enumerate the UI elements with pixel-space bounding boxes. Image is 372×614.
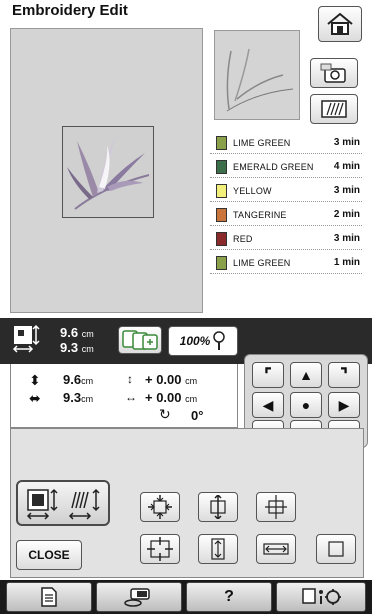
thumbnail-image [226,48,294,112]
expand-all-button[interactable] [140,534,180,564]
hoop-layers-icon [122,330,158,350]
stitch-pattern-button[interactable] [310,94,358,124]
design-image [67,137,150,210]
thread-color-swatch [216,255,227,270]
center-dot-icon: ● [301,397,311,413]
stitch-pattern-icon [321,100,347,118]
stretch-horizontal-button[interactable] [256,534,296,564]
move-up-button[interactable]: ▲ [290,362,322,388]
thread-color-row: YELLOW 3 min [210,180,362,202]
design-thumbnail [214,30,300,120]
thread-color-name: EMERALD GREEN [233,161,314,172]
chevron-right-icon: ▶ [338,396,350,413]
scale-width-button[interactable] [256,492,296,522]
close-button[interactable]: CLOSE [16,540,82,570]
thread-color-time: 3 min [333,233,360,244]
rotation-icon: ↻ [159,406,171,422]
resize-mode-button[interactable] [16,480,110,526]
stretch-vertical-button[interactable] [198,534,238,564]
thread-color-time: 1 min [333,257,360,268]
sewing-machine-icon [124,588,150,607]
camera-button[interactable] [310,58,358,88]
settings-info-icon [302,588,341,605]
thread-color-name: LIME GREEN [233,257,291,268]
document-icon [41,587,57,607]
thread-color-time: 3 min [333,137,360,148]
design-size-readout: 9.6 cm 9.3 cm [60,325,94,355]
help-icon: ? [224,588,234,605]
help-button[interactable]: ? [186,582,272,612]
thread-color-swatch [216,135,227,150]
corner-up-right-icon: ⌝ [339,364,349,385]
horizontal-offset-icon: ↔ [125,390,137,404]
camera-icon [320,63,346,83]
size-icon [12,324,40,353]
scale-height-icon [210,495,226,519]
thread-color-name: RED [233,233,253,244]
home-icon [327,12,353,35]
thread-color-swatch [216,231,227,246]
thread-color-name: YELLOW [233,185,272,196]
thread-color-time: 4 min [333,161,360,172]
height-icon: ⬍ [29,372,41,388]
rotation-value: 0° [191,408,204,423]
magnifier-icon [213,331,226,350]
move-left-button[interactable]: ◀ [252,392,284,418]
scale-all-icon [148,495,172,519]
page-view-button[interactable] [6,582,92,612]
scale-width-icon [265,495,287,519]
vertical-offset-icon: ↕ [127,372,133,386]
scale-all-button[interactable] [140,492,180,522]
stretch-horizontal-icon [263,543,289,555]
expand-all-icon [147,537,173,561]
move-up-right-button[interactable]: ⌝ [328,362,360,388]
thread-color-row: TANGERINE 2 min [210,204,362,226]
settings-button[interactable] [276,582,366,612]
thread-color-row: LIME GREEN 1 min [210,252,362,274]
chevron-left-icon: ◀ [262,396,274,413]
sewing-machine-button[interactable] [96,582,182,612]
thread-color-list: LIME GREEN 3 min EMERALD GREEN 4 min YELLOW 3… [210,132,362,312]
position-details-panel: ⬍ 9.6cm ⬌ 9.3cm ↕ + 0.00 cm ↔ + 0.00 cm … [10,364,238,428]
thread-color-swatch [216,183,227,198]
center-button[interactable]: ● [290,392,322,418]
home-button[interactable] [318,6,362,42]
thread-color-name: LIME GREEN [233,137,291,148]
reset-size-button[interactable] [316,534,356,564]
thread-color-swatch [216,207,227,222]
stretch-vertical-icon [211,538,225,560]
corner-up-left-icon: ⌜ [263,364,273,385]
chevron-up-icon: ▲ [299,367,313,383]
thread-color-row: LIME GREEN 3 min [210,132,362,154]
thread-color-name: TANGERINE [233,209,287,220]
multi-hoop-button[interactable] [118,326,162,354]
width-icon: ⬌ [29,390,41,406]
square-icon [328,541,344,557]
move-up-left-button[interactable]: ⌜ [252,362,284,388]
thread-color-swatch [216,159,227,174]
thread-color-row: EMERALD GREEN 4 min [210,156,362,178]
size-mode-icon [26,488,58,520]
thread-color-row: RED 3 min [210,228,362,250]
move-right-button[interactable]: ▶ [328,392,360,418]
thread-color-time: 2 min [333,209,360,220]
zoom-button[interactable]: 100% [168,326,238,356]
thread-color-time: 3 min [333,185,360,196]
page-title: Embroidery Edit [12,2,128,19]
embroidery-design-preview[interactable] [62,126,154,218]
zoom-level: 100% [179,334,211,348]
stitch-density-icon [68,488,100,520]
scale-height-button[interactable] [198,492,238,522]
